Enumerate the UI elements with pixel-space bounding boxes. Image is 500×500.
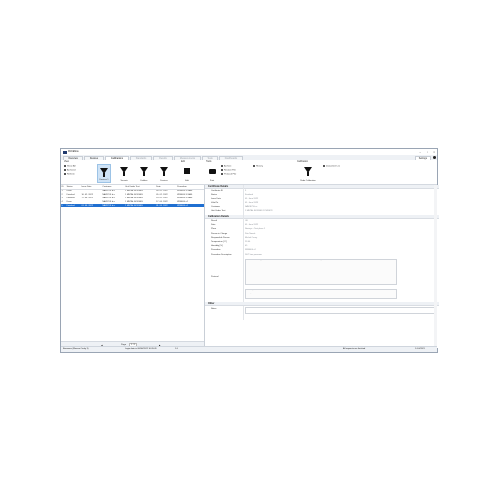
field-value: DUT has pressure xyxy=(245,253,262,256)
table-cell: 1 METAL BOSSES xyxy=(124,203,156,208)
calibrations-table: ID Status Issue Date Customer Unit Under… xyxy=(61,185,204,208)
tab-results[interactable]: Results xyxy=(153,155,173,160)
show-all-icon xyxy=(64,165,66,167)
ribbon-group-edit: Edit xyxy=(181,161,185,163)
status-date: 1.0.6/2021 xyxy=(415,348,425,351)
app-logo-icon xyxy=(63,150,67,154)
archive-icon xyxy=(221,165,223,167)
tab-tests[interactable]: Tests xyxy=(202,155,218,160)
table-cell: 01. 06. 2022 xyxy=(80,203,102,208)
protocol-extra-line: -- passed xyxy=(246,292,257,294)
field-label: Procedure Description xyxy=(211,253,232,256)
edit-pencil-icon xyxy=(184,168,190,174)
filter-icon xyxy=(120,167,128,176)
refresh-icon xyxy=(64,173,66,175)
field-value: 1 METAL BOSSES 12345678 xyxy=(245,210,273,212)
archive-button[interactable]: Archive xyxy=(221,165,231,168)
tab-standards[interactable]: Standards xyxy=(130,155,152,160)
app-window: PACEflow – ▫ × Overview Devices Calibrat… xyxy=(60,148,439,353)
other-header[interactable]: Other xyxy=(205,302,439,306)
table-cell: WS8000 v2 xyxy=(176,203,204,208)
table-row[interactable]: 5 Finished 01. 06. 2022 NAVISYS b.v. 1 METAL… xyxy=(61,203,204,208)
calibrations-list-panel: ID Status Issue Date Customer Unit Under… xyxy=(61,185,205,348)
tab-devices[interactable]: Devices xyxy=(84,155,104,160)
notes-field[interactable] xyxy=(245,307,437,314)
datasheet-list-button[interactable]: Datasheet List xyxy=(323,165,340,168)
certificate-field: Unit Under Test 1 METAL BOSSES 12345678 xyxy=(205,209,439,213)
maximize-icon[interactable]: ▫ xyxy=(427,150,428,154)
filter-folders-button[interactable]: Folders xyxy=(137,164,151,183)
tab-overview[interactable]: Overview xyxy=(63,155,83,160)
table-cell: Finished xyxy=(66,203,81,208)
tab-calibrations[interactable]: Calibrations xyxy=(105,155,129,160)
filter-devices-button[interactable]: Devices xyxy=(157,164,171,183)
refresh-button[interactable]: Refresh xyxy=(64,173,75,176)
ribbon-group-calibration: Calibration xyxy=(297,161,308,163)
restore-file-button[interactable]: Restore File xyxy=(221,169,236,172)
status-user: Baumann (Masaro Cindy 3) xyxy=(63,348,89,351)
table-cell: NAVISYS b.v. xyxy=(101,203,125,208)
ribbon-group-tools: Tools xyxy=(206,161,212,163)
ribbon-group-view: View xyxy=(64,161,69,163)
edit-button[interactable]: Edit xyxy=(181,164,193,183)
tab-measurements[interactable]: Measurements xyxy=(174,155,201,160)
status-version: 1.0 xyxy=(175,348,178,351)
show-all-button[interactable]: Show All xyxy=(64,165,75,168)
tab-dashboards[interactable]: Dashboards xyxy=(219,155,243,160)
filter-tenants-button[interactable]: Tenants xyxy=(117,164,131,183)
details-panel: Certificate Details Certificate ID 5 Statu… xyxy=(205,185,439,348)
details-divider xyxy=(243,185,244,320)
protocol-file-button[interactable]: Protocol File xyxy=(221,173,236,176)
status-login: Login date in 06/06/2022 10:26:49 xyxy=(125,348,157,351)
list-icon xyxy=(323,165,325,167)
filter-icon xyxy=(140,167,148,176)
minimize-icon[interactable]: – xyxy=(419,150,421,154)
archived-button[interactable]: Archived xyxy=(64,169,76,172)
window-title: PACEflow xyxy=(68,150,79,153)
redo-calibration-icon xyxy=(304,167,312,176)
redo-calibration-button[interactable]: Redo Calibration xyxy=(297,164,319,183)
protocol-extra-box: Cal. pass -- passed xyxy=(245,289,397,299)
protocol-line: DCV 10 V 1 V 1.000 Vdc 1.000 0.00 Vdc OK… xyxy=(246,278,315,280)
field-label: Unit Under Test xyxy=(211,210,226,212)
calibration-field: Procedure Description DUT has pressure xyxy=(205,253,439,257)
archive-icon xyxy=(64,169,66,171)
filter-devices-selected-button[interactable]: Devices 1 xyxy=(97,164,111,183)
print-button[interactable]: Print xyxy=(206,164,218,183)
details-scrollbar[interactable] xyxy=(434,185,437,348)
help-icon[interactable] xyxy=(432,156,436,159)
history-icon xyxy=(253,165,255,167)
protocol-label: Protocol xyxy=(211,276,219,278)
status-bar: Baumann (Masaro Cindy 3) Login date in 0… xyxy=(61,346,437,352)
close-icon[interactable]: × xyxy=(433,150,435,154)
file-icon xyxy=(221,173,223,175)
table-cell: 01. 06. 2022 xyxy=(155,203,177,208)
restore-icon xyxy=(221,169,223,171)
filter-icon xyxy=(160,167,168,176)
protocol-box: Parameter Range Standard DUT Deviation R… xyxy=(245,259,397,285)
filter-icon xyxy=(100,168,108,177)
history-button[interactable]: History xyxy=(253,165,263,168)
status-requests: All requests are finished xyxy=(343,348,366,351)
printer-icon xyxy=(208,169,216,174)
ribbon-toolbar: View Show All Archived Refresh Devices 1… xyxy=(61,160,437,185)
notes-label: Notes xyxy=(211,308,217,310)
